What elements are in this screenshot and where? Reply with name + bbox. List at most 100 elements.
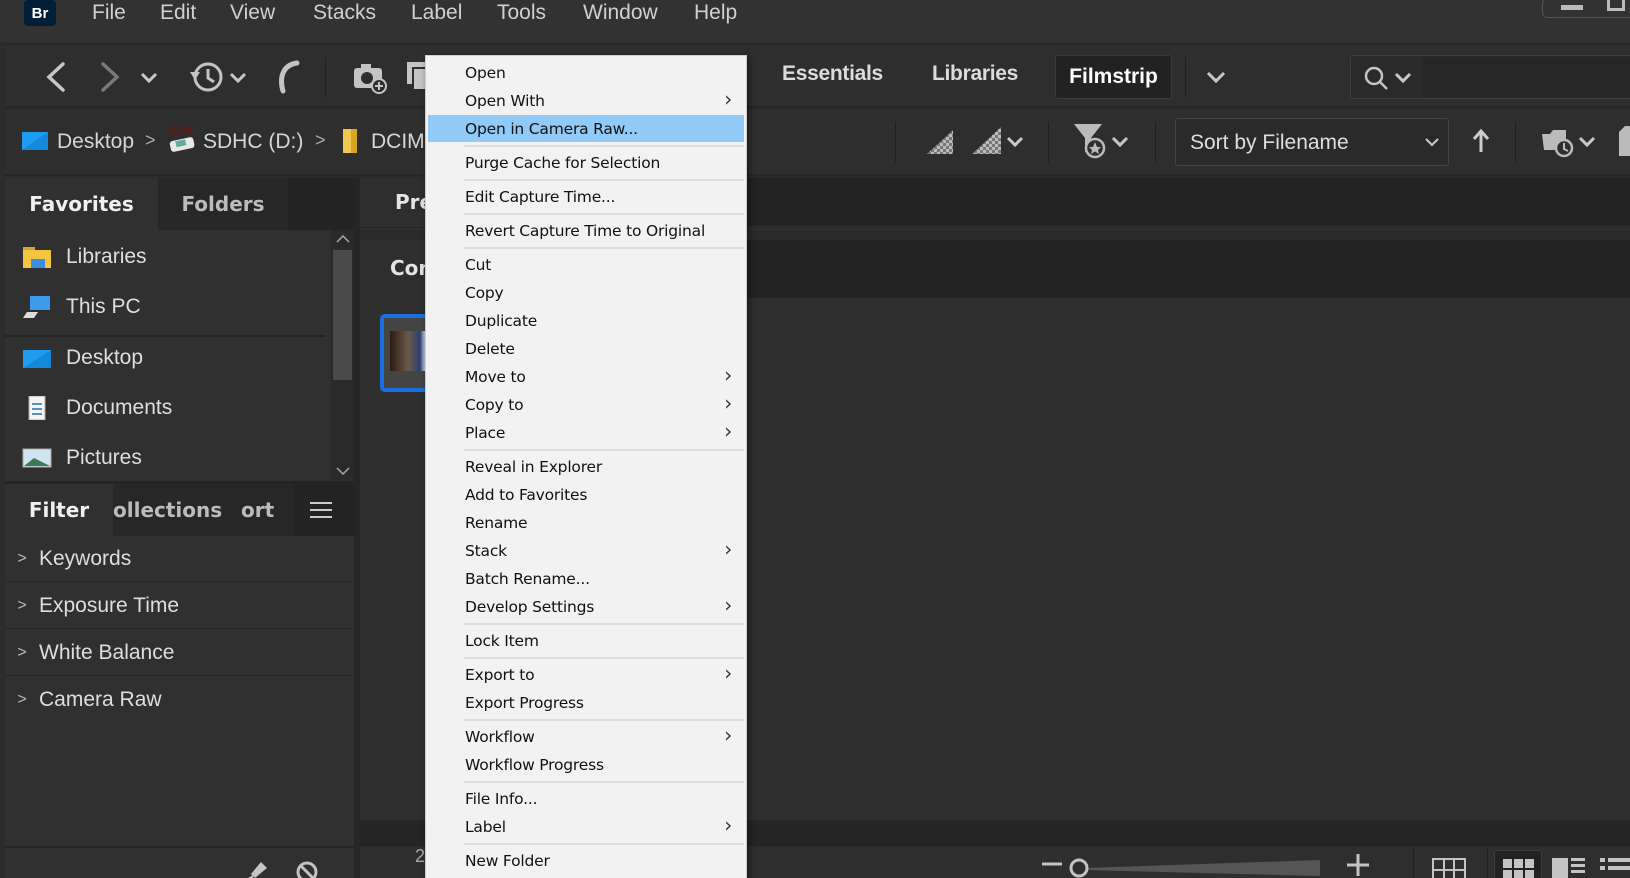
favorite-documents[interactable]: Documents	[5, 383, 325, 433]
menu-item-label[interactable]: Label ›	[428, 813, 744, 840]
panel-menu-icon[interactable]	[309, 501, 333, 519]
menu-label[interactable]: Label	[411, 0, 462, 26]
search-box[interactable]	[1350, 55, 1630, 99]
menu-item-open-with[interactable]: Open With ›	[428, 87, 744, 114]
menu-item-export-progress[interactable]: Export Progress	[428, 689, 744, 716]
menu-item-reveal-in-explorer[interactable]: Reveal in Explorer	[428, 453, 744, 480]
menu-item-rename[interactable]: Rename	[428, 509, 744, 536]
scroll-down-icon[interactable]	[335, 466, 351, 476]
workspace-essentials[interactable]: Essentials	[782, 62, 883, 86]
rating-filter-icon[interactable]	[925, 128, 955, 156]
workspace-libraries[interactable]: Libraries	[932, 62, 1018, 86]
menu-item-label: New Folder	[465, 851, 550, 870]
menu-edit[interactable]: Edit	[160, 0, 196, 26]
recent-history-icon[interactable]	[189, 60, 225, 94]
view-thumbnails-button[interactable]	[1494, 850, 1542, 878]
menu-item-cut[interactable]: Cut	[428, 251, 744, 278]
back-icon[interactable]	[43, 61, 69, 93]
chevron-down-icon[interactable]	[228, 71, 248, 85]
search-icon[interactable]	[1363, 65, 1391, 91]
breadcrumb-separator: >	[145, 130, 156, 150]
chevron-down-icon[interactable]	[1005, 135, 1025, 149]
tab-folders[interactable]: Folders	[158, 178, 288, 230]
menu-item-open-in-camera-raw[interactable]: Open in Camera Raw...	[428, 115, 744, 142]
lock-grid-icon[interactable]	[1432, 858, 1466, 878]
toolbar-divider	[325, 57, 326, 97]
zoom-in-icon[interactable]	[1345, 852, 1371, 878]
menu-item-file-info[interactable]: File Info...	[428, 785, 744, 812]
menu-help[interactable]: Help	[694, 0, 737, 26]
menu-item-edit-capture-time[interactable]: Edit Capture Time...	[428, 183, 744, 210]
pin-icon[interactable]	[245, 860, 269, 878]
camera-import-icon[interactable]	[352, 60, 388, 94]
menu-tools[interactable]: Tools	[497, 0, 546, 26]
menu-item-delete[interactable]: Delete	[428, 335, 744, 362]
forward-icon[interactable]	[97, 61, 123, 93]
menu-item-new-folder[interactable]: New Folder	[428, 847, 744, 874]
favorite-desktop[interactable]: Desktop	[5, 333, 325, 383]
this-pc-icon	[23, 296, 50, 318]
filter-white-balance[interactable]: > White Balance	[5, 630, 354, 676]
workspace-more-chevron-icon[interactable]	[1205, 70, 1227, 86]
favorite-pictures[interactable]: Pictures	[5, 433, 325, 483]
breadcrumb-sdhc[interactable]: SDHC (D:)	[203, 130, 303, 154]
zoom-out-icon[interactable]	[1040, 860, 1064, 868]
menu-item-workflow-progress[interactable]: Workflow Progress	[428, 751, 744, 778]
tab-export[interactable]: ort	[241, 484, 293, 536]
sort-ascending-arrow-icon[interactable]	[1471, 128, 1491, 154]
details-view-icon[interactable]	[1552, 858, 1586, 878]
menu-item-place[interactable]: Place ›	[428, 419, 744, 446]
menu-item-export-to[interactable]: Export to ›	[428, 661, 744, 688]
filter-exposure-time[interactable]: > Exposure Time	[5, 583, 354, 629]
tab-favorites[interactable]: Favorites	[5, 178, 158, 230]
restore-icon[interactable]	[1607, 0, 1625, 11]
menu-file[interactable]: File	[92, 0, 126, 26]
minimize-icon[interactable]	[1561, 5, 1583, 10]
filter-keywords[interactable]: > Keywords	[5, 536, 354, 582]
menu-item-stack[interactable]: Stack ›	[428, 537, 744, 564]
menu-item-copy[interactable]: Copy	[428, 279, 744, 306]
tab-filter[interactable]: Filter	[5, 484, 113, 536]
chevron-down-icon[interactable]	[1393, 71, 1413, 85]
menu-item-label: Delete	[465, 339, 515, 358]
menu-item-duplicate[interactable]: Duplicate	[428, 307, 744, 334]
menu-item-add-to-favorites[interactable]: Add to Favorites	[428, 481, 744, 508]
menu-item-copy-to[interactable]: Copy to ›	[428, 391, 744, 418]
thumbnail-size-slider[interactable]	[1065, 856, 1325, 878]
menu-item-develop-settings[interactable]: Develop Settings ›	[428, 593, 744, 620]
recent-folder-icon[interactable]	[1540, 126, 1576, 158]
sort-dropdown[interactable]: Sort by Filename	[1175, 118, 1449, 166]
menu-view[interactable]: View	[230, 0, 275, 26]
breadcrumb-dcim[interactable]: DCIM	[371, 130, 425, 154]
chevron-down-icon[interactable]	[1577, 135, 1597, 149]
boomerang-icon[interactable]	[273, 59, 303, 95]
search-input[interactable]	[1423, 57, 1630, 97]
scroll-up-icon[interactable]	[335, 234, 351, 244]
filter-camera-raw[interactable]: > Camera Raw	[5, 677, 354, 723]
thumbnails-view-icon	[1503, 859, 1534, 878]
chevron-down-icon[interactable]	[1110, 135, 1130, 149]
scrollbar-thumb[interactable]	[333, 250, 352, 380]
favorite-this-pc[interactable]: This PC	[5, 282, 325, 332]
tab-collections[interactable]: ollections	[113, 484, 241, 536]
menu-item-workflow[interactable]: Workflow ›	[428, 723, 744, 750]
menu-item-lock-item[interactable]: Lock Item	[428, 627, 744, 654]
menu-window[interactable]: Window	[583, 0, 658, 26]
favorite-libraries[interactable]: Libraries	[5, 232, 325, 282]
menu-item-open[interactable]: Open	[428, 59, 744, 86]
menu-stacks[interactable]: Stacks	[313, 0, 376, 26]
favorites-scrollbar[interactable]	[331, 230, 354, 480]
breadcrumb-desktop[interactable]: Desktop	[57, 130, 134, 154]
chevron-down-icon[interactable]	[139, 71, 159, 85]
menu-item-move-to[interactable]: Move to ›	[428, 363, 744, 390]
workspace-filmstrip[interactable]: Filmstrip	[1055, 55, 1172, 99]
list-view-icon[interactable]	[1600, 858, 1630, 878]
quality-filter-icon[interactable]	[971, 126, 1003, 156]
clear-filter-icon[interactable]	[295, 860, 319, 878]
menu-item-batch-rename[interactable]: Batch Rename...	[428, 565, 744, 592]
new-folder-icon[interactable]	[1617, 124, 1630, 158]
menu-item-purge-cache-for-selection[interactable]: Purge Cache for Selection	[428, 149, 744, 176]
menu-item-revert-capture-time-to-original[interactable]: Revert Capture Time to Original	[428, 217, 744, 244]
filter-label: Keywords	[39, 546, 132, 570]
filter-star-icon[interactable]	[1073, 122, 1107, 160]
